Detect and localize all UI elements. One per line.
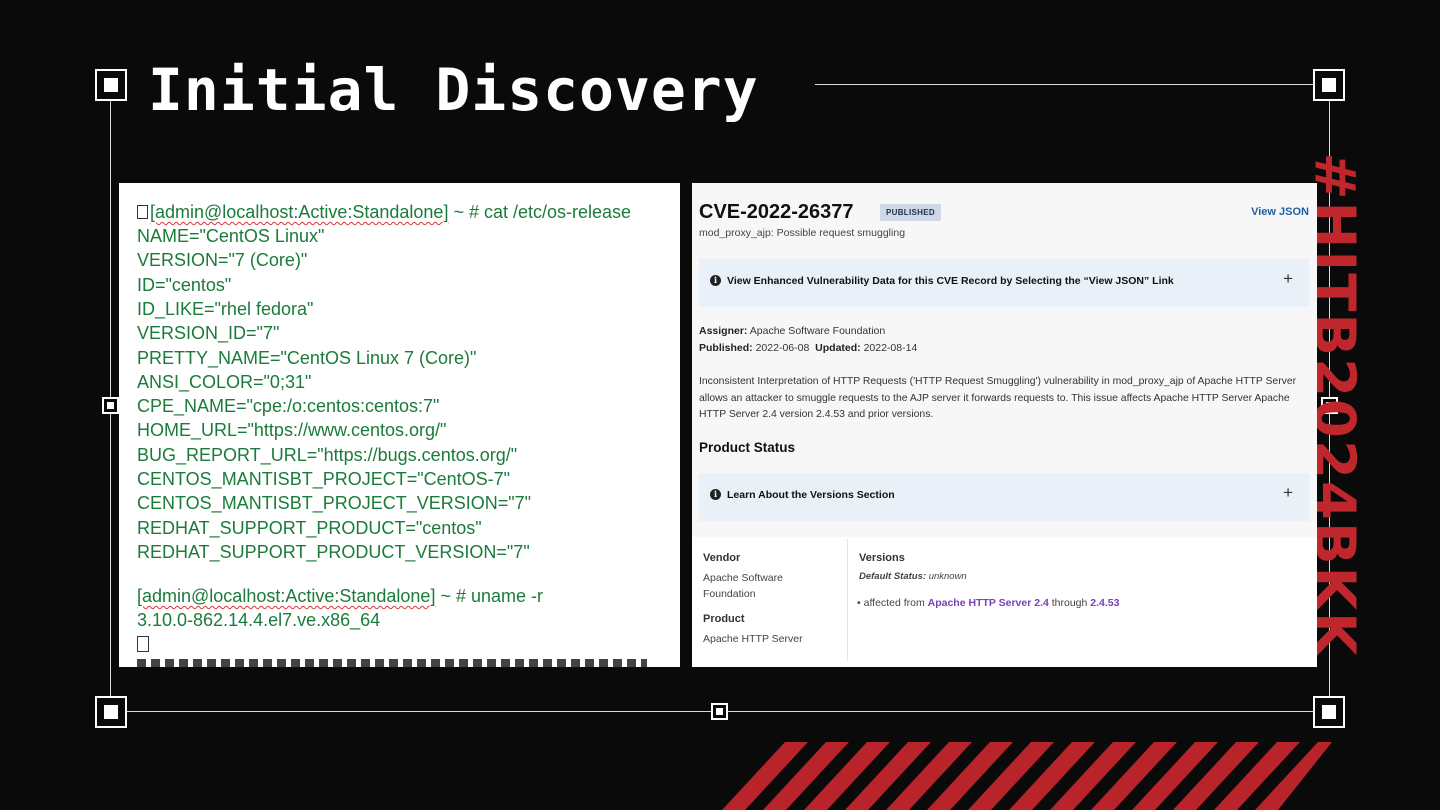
bullet-icon: •: [857, 597, 861, 609]
dates-row: Published: 2022-06-08 Updated: 2022-08-1…: [699, 342, 917, 354]
cut-off-text-line: [137, 659, 647, 667]
terminal-output-panel: [admin@localhost:Active:Standalone] ~ # …: [119, 183, 680, 667]
os-release-line: NAME="CentOS Linux": [137, 226, 325, 246]
os-release-line: CENTOS_MANTISBT_PROJECT="CentOS-7": [137, 469, 511, 489]
default-status: Default Status: unknown: [859, 571, 967, 582]
terminal-cursor-line: [137, 635, 151, 656]
vendor-value-line-1: Apache Software: [703, 572, 783, 584]
vendor-label: Vendor: [703, 552, 741, 564]
default-status-label: Default Status:: [859, 571, 927, 582]
cve-id: CVE-2022-26377: [699, 201, 854, 223]
versions-label: Versions: [859, 552, 905, 564]
affected-to-link[interactable]: 2.4.53: [1090, 597, 1119, 609]
expand-plus-icon[interactable]: +: [1283, 483, 1293, 503]
frame-corner-bottom-left: [95, 696, 127, 728]
expand-plus-icon[interactable]: +: [1283, 269, 1293, 289]
cve-description: Inconsistent Interpretation of HTTP Requ…: [699, 376, 1297, 420]
os-release-line: CENTOS_MANTISBT_PROJECT_VERSION="7": [137, 493, 532, 514]
frame-top-line: [815, 84, 1314, 85]
os-release-line: ID="centos": [137, 274, 232, 295]
vendor-value-line-2: Foundation: [703, 588, 756, 600]
versions-accordion[interactable]: i Learn About the Versions Section +: [699, 473, 1309, 521]
updated-value: 2022-08-14: [863, 342, 918, 354]
os-release-line: BUG_REPORT_URL="https://bugs.centos.org/…: [137, 444, 518, 465]
assigner-value: Apache Software Foundation: [749, 325, 886, 337]
assigner-label: Assigner:: [699, 325, 748, 337]
info-icon: i: [710, 489, 721, 500]
accordion-label: View Enhanced Vulnerability Data for thi…: [727, 275, 1174, 287]
terminal-prompt: [admin@localhost:Active:Standalone]: [137, 586, 436, 606]
frame-corner-top-right: [1313, 69, 1345, 101]
os-release-line: REDHAT_SUPPORT_PRODUCT_VERSION="7": [137, 541, 530, 562]
affected-prefix: affected from: [863, 597, 925, 609]
affected-from-link[interactable]: Apache HTTP Server 2.4: [928, 597, 1049, 609]
terminal-command: ~ # uname -r: [435, 586, 544, 606]
published-label: Published:: [699, 342, 753, 354]
cve-record-panel: CVE-2022-26377 PUBLISHED View JSON mod_p…: [692, 183, 1317, 667]
column-divider: [847, 539, 848, 661]
cve-subtitle: mod_proxy_ajp: Possible request smugglin…: [699, 227, 906, 239]
frame-mid-left-handle: [102, 397, 119, 414]
terminal-prompt: [admin@localhost:Active:Standalone]: [150, 202, 449, 222]
product-value: Apache HTTP Server: [703, 633, 803, 645]
slide-title: Initial Discovery: [148, 56, 759, 124]
view-json-link[interactable]: View JSON: [1251, 206, 1309, 218]
os-release-line: REDHAT_SUPPORT_PRODUCT="centos": [137, 517, 482, 538]
accordion-label: Learn About the Versions Section: [727, 489, 895, 501]
os-release-line: VERSION="7 (Core)": [137, 250, 308, 271]
os-release-line: ANSI_COLOR="0;31": [137, 371, 312, 392]
terminal-command: ~ # cat /etc/os-release: [448, 202, 632, 222]
uname-output: 3.10.0-862.14.4.el7.ve.x86_64: [137, 610, 381, 630]
os-release-line: ID_LIKE="rhel fedora": [137, 298, 314, 319]
product-label: Product: [703, 613, 745, 625]
published-value: 2022-06-08: [755, 342, 810, 354]
missing-glyph-icon: [137, 205, 148, 219]
frame-corner-top-left: [95, 69, 127, 101]
os-release-line: VERSION_ID="7": [137, 323, 280, 344]
status-badge: PUBLISHED: [880, 204, 941, 221]
os-release-line: HOME_URL="https://www.centos.org/": [137, 420, 447, 441]
affected-version-item: • affected from Apache HTTP Server 2.4 t…: [857, 597, 1120, 609]
assigner-row: Assigner: Apache Software Foundation: [699, 325, 885, 337]
updated-label: Updated:: [815, 342, 861, 354]
enhanced-data-accordion[interactable]: i View Enhanced Vulnerability Data for t…: [699, 259, 1309, 307]
terminal-command-line-2: [admin@localhost:Active:Standalone] ~ # …: [137, 586, 543, 607]
frame-mid-bottom-handle: [711, 703, 728, 720]
info-icon: i: [710, 275, 721, 286]
frame-corner-bottom-right: [1313, 696, 1345, 728]
terminal-command-line-1: [admin@localhost:Active:Standalone] ~ # …: [137, 202, 631, 223]
default-status-value: unknown: [928, 571, 967, 582]
os-release-line: PRETTY_NAME="CentOS Linux 7 (Core)": [137, 347, 477, 368]
product-status-heading: Product Status: [699, 440, 796, 455]
missing-glyph-icon: [137, 636, 149, 652]
os-release-line: CPE_NAME="cpe:/o:centos:centos:7": [137, 396, 440, 417]
through-word: through: [1051, 597, 1088, 609]
